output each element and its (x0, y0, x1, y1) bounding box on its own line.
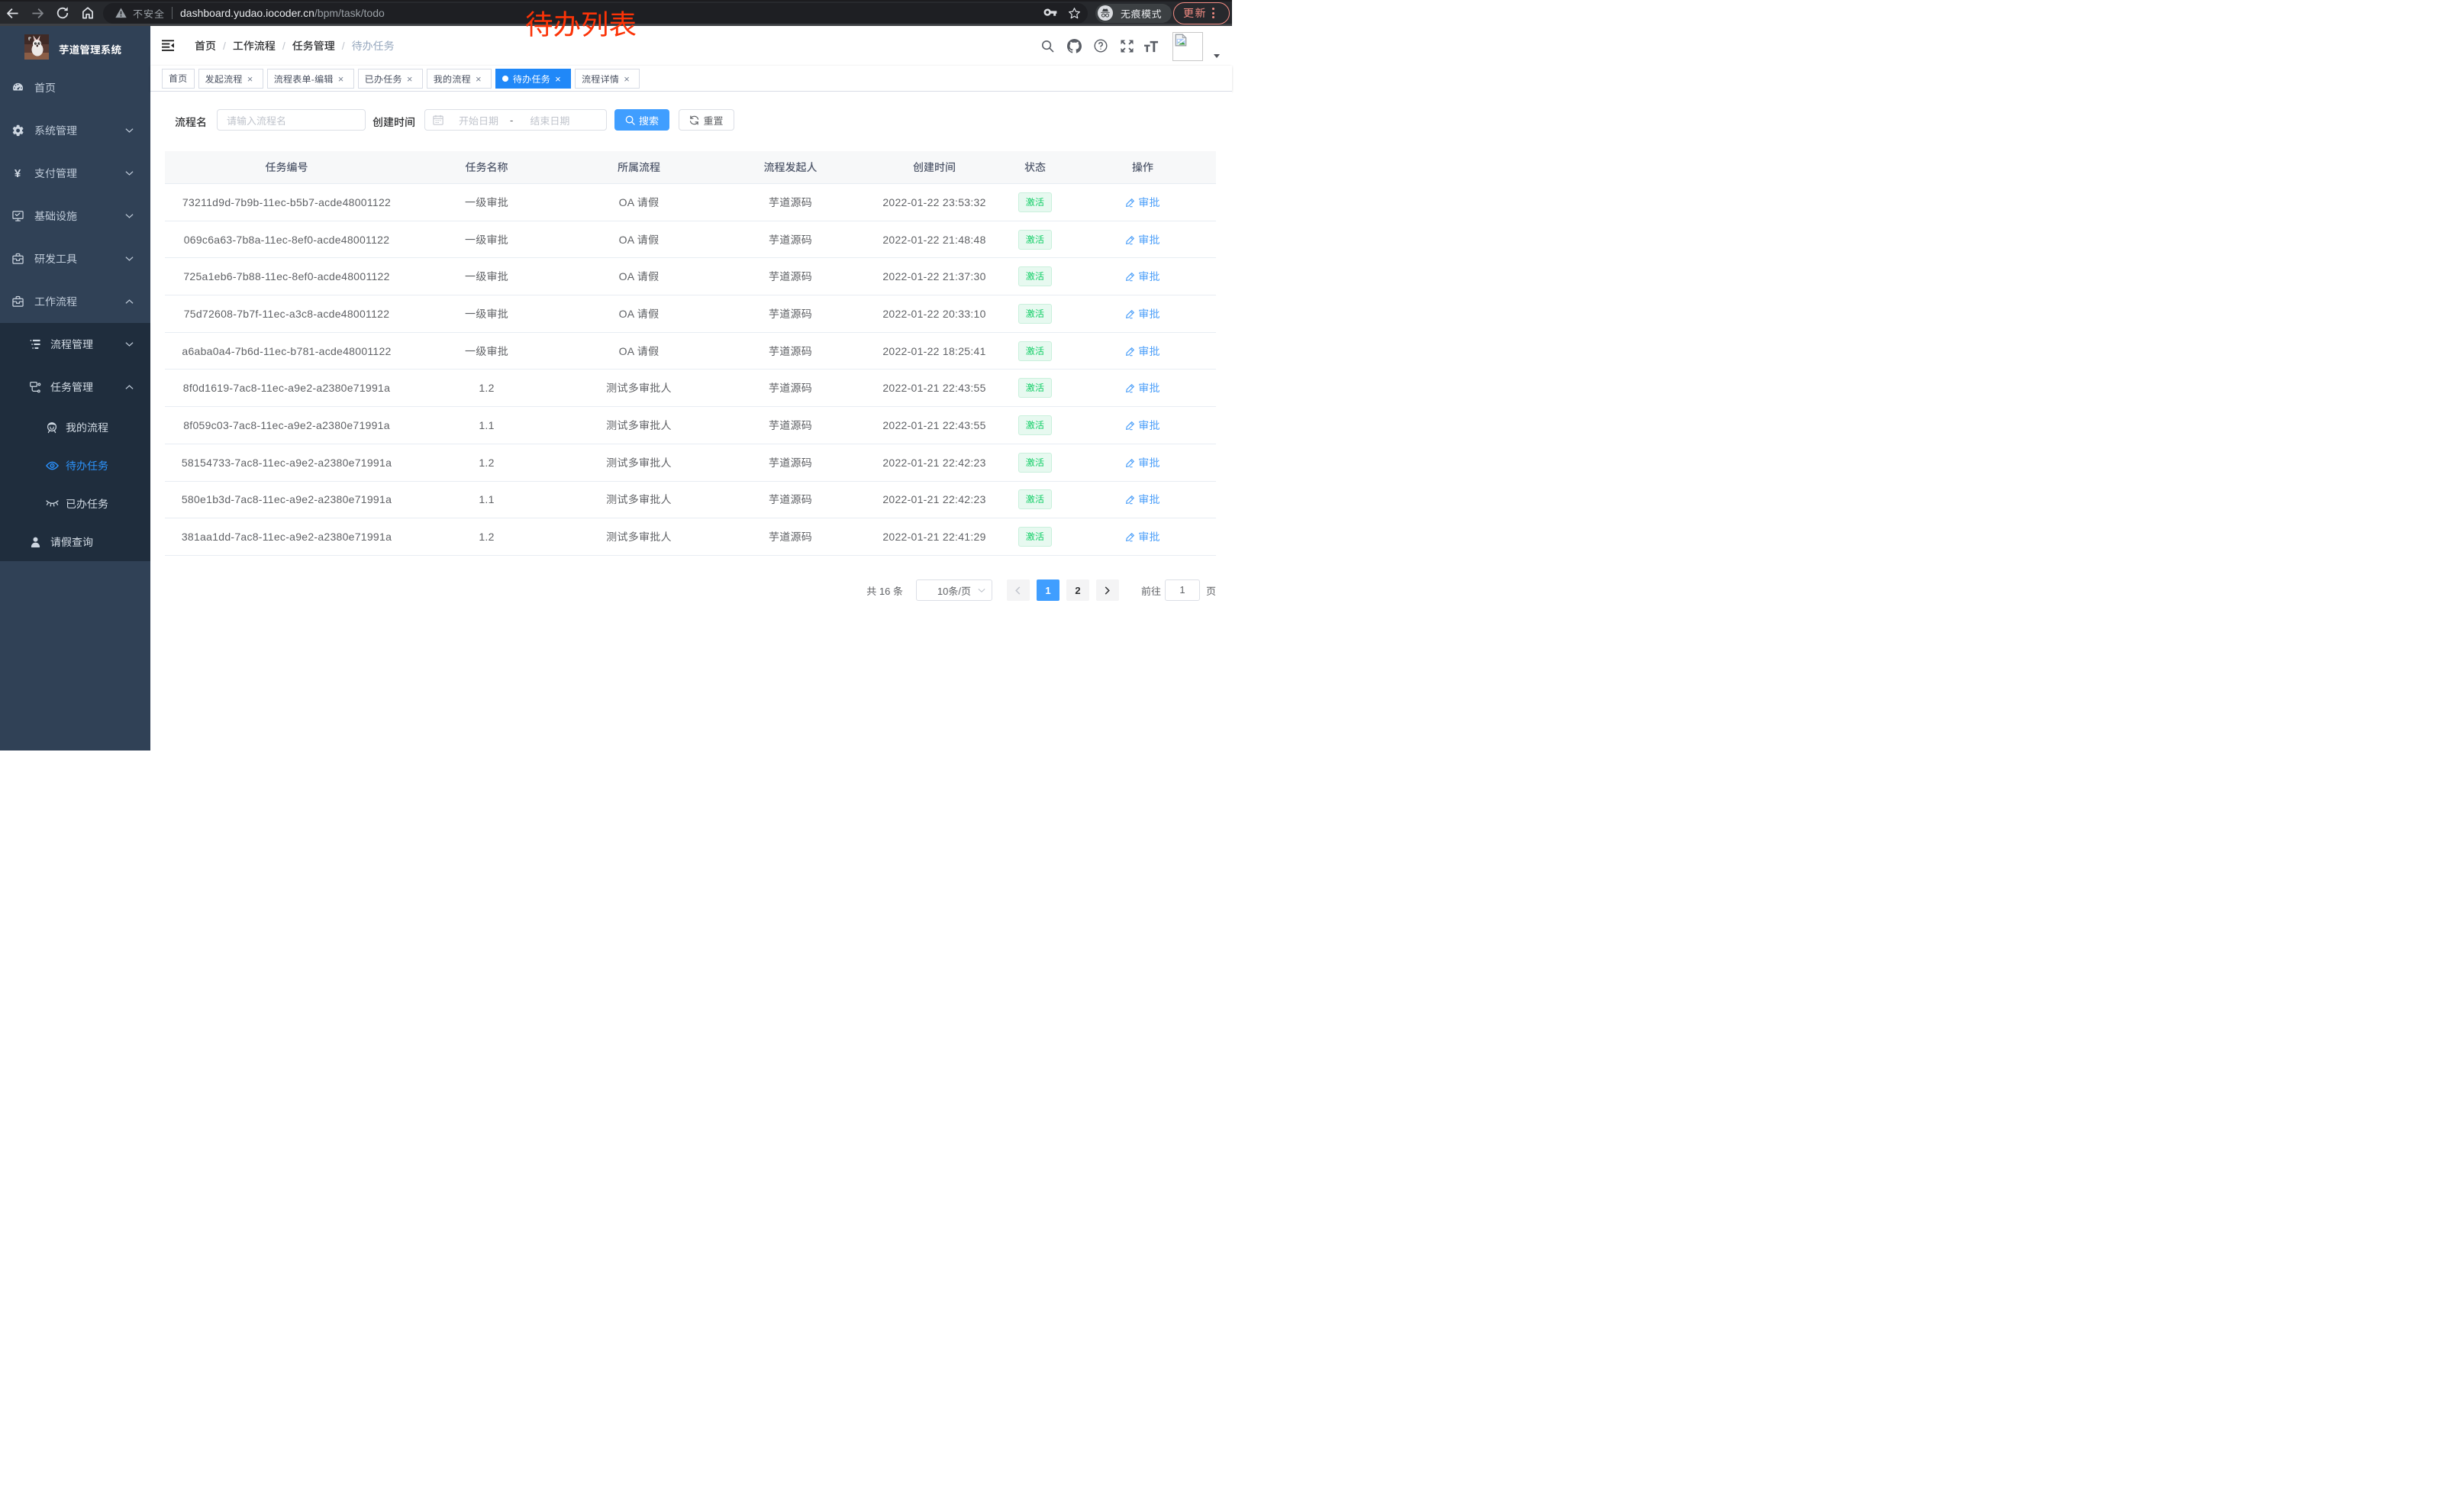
svg-text:¥: ¥ (15, 167, 21, 179)
